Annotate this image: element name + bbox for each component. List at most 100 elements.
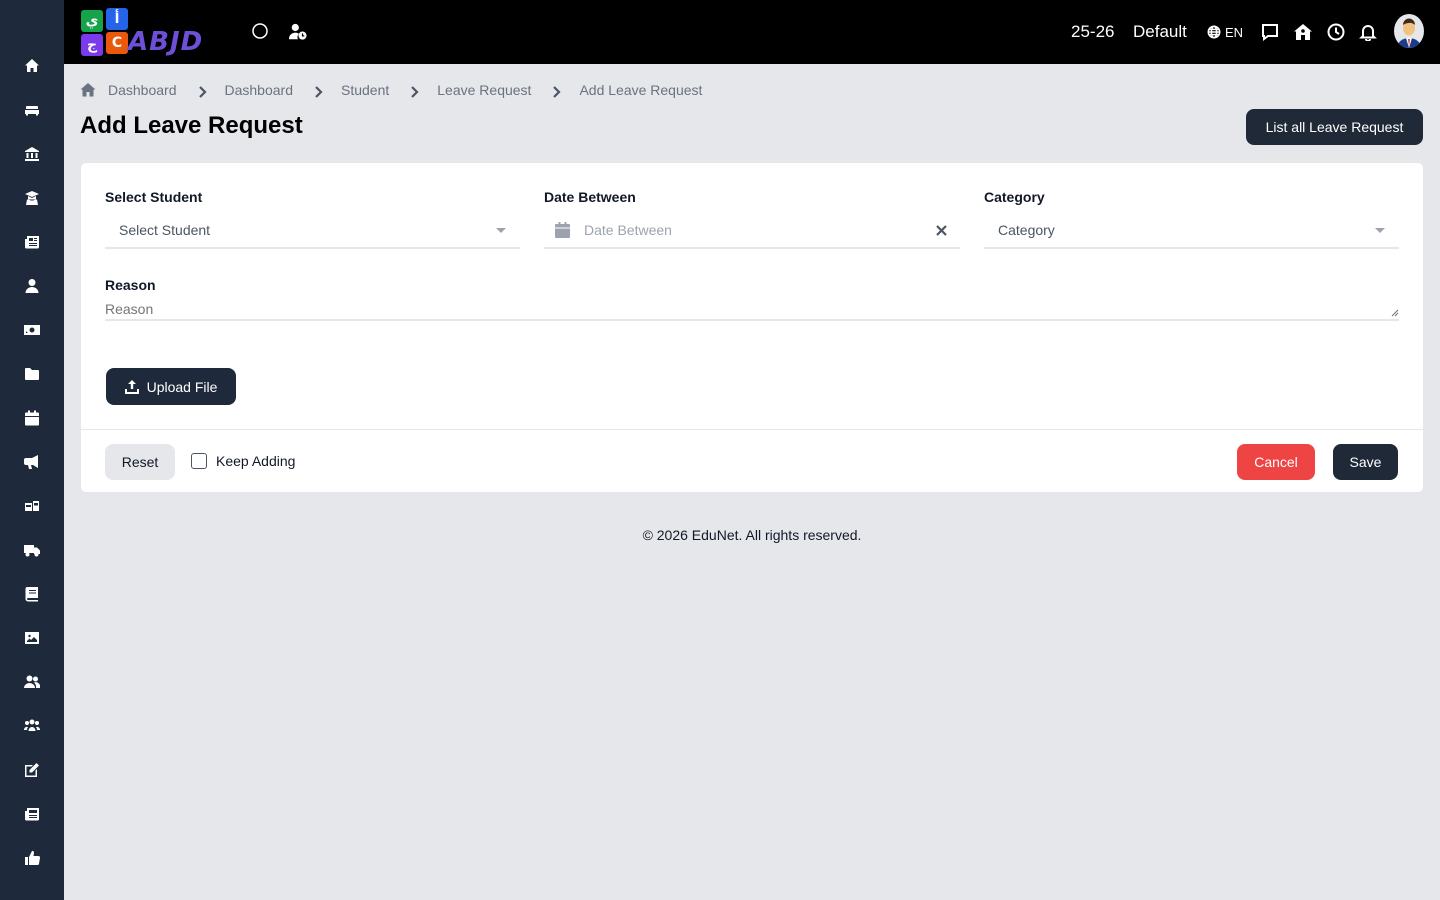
sidebar-item-sofa[interactable] [0,90,64,130]
select-student-value: Select Student [119,222,211,238]
category-label: Category [984,189,1045,205]
breadcrumb-dashboard[interactable]: Dashboard [108,82,177,98]
language-code: EN [1225,24,1244,40]
category-value: Category [998,222,1055,238]
logo-tile-blue: أ [106,8,128,30]
date-between-label: Date Between [544,189,636,205]
upload-icon [124,379,139,394]
group-icon [24,719,40,731]
status-circle-button[interactable] [248,20,272,44]
sidebar-item-megaphone[interactable] [0,442,64,482]
category-dropdown[interactable]: Category [984,213,1399,249]
caret-down-icon [1375,228,1385,233]
reason-label: Reason [105,277,156,293]
sidebar-item-graduate[interactable] [0,178,64,218]
sidebar-item-school-bus[interactable] [0,486,64,526]
sidebar-item-newspaper[interactable] [0,222,64,262]
reason-textarea[interactable] [105,301,1399,321]
reset-button[interactable]: Reset [105,444,175,480]
breadcrumb-student[interactable]: Student [341,82,389,98]
page-title: Add Leave Request [80,112,303,139]
sidebar-item-money[interactable] [0,310,64,350]
upload-file-button[interactable]: Upload File [106,368,236,405]
logo-tile-green: ي [81,10,103,32]
keep-adding-toggle[interactable]: Keep Adding [191,453,295,469]
avatar-image-icon [1394,14,1424,48]
breadcrumb: Dashboard Dashboard Student Leave Reques… [80,80,702,100]
school-bus-icon [25,501,39,511]
circle-icon [252,23,268,39]
breadcrumb-dashboard-2[interactable]: Dashboard [225,82,294,98]
sidebar-item-image[interactable] [0,618,64,658]
folder-icon [25,368,39,380]
logo-wordmark: ABJD [128,27,204,57]
chevron-right-icon [198,85,208,98]
session-year[interactable]: 25-26 [1071,20,1114,44]
sidebar-item-group[interactable] [0,706,64,746]
chevron-right-icon [410,85,420,98]
save-button[interactable]: Save [1333,444,1398,480]
select-student-dropdown[interactable]: Select Student [105,213,520,249]
upload-file-label: Upload File [146,378,218,395]
chevron-right-icon [314,85,324,98]
cancel-button[interactable]: Cancel [1237,444,1315,480]
topbar: ي أ ج C ABJD 25-26 Default EN [64,0,1440,64]
school-home-button[interactable] [1291,20,1315,44]
user-clock-button[interactable] [286,20,310,44]
sidebar-item-user[interactable] [0,266,64,306]
calendar-icon [25,410,39,426]
sidebar-item-folder[interactable] [0,354,64,394]
sidebar-item-home[interactable] [0,46,64,86]
home-icon [25,59,39,72]
institution-icon [25,147,39,161]
thumbs-up-icon [25,850,40,866]
newspaper-icon [25,236,39,249]
app-logo[interactable]: ي أ ج C ABJD [80,8,226,56]
clear-date-icon[interactable] [935,224,948,237]
date-between-input[interactable]: Date Between [544,213,960,249]
money-icon [24,325,40,335]
date-between-placeholder: Date Between [584,222,672,238]
globe-icon [1207,25,1221,39]
breadcrumb-home-icon[interactable] [80,82,96,98]
caret-down-icon [496,228,506,233]
logo-tile-purple: ج [81,34,103,56]
sidebar-item-edit[interactable] [0,750,64,790]
message-icon [1262,24,1278,41]
profile-default[interactable]: Default [1133,20,1187,44]
sidebar-item-news[interactable] [0,794,64,834]
history-button[interactable] [1324,20,1348,44]
chevron-right-icon [552,85,562,98]
language-selector[interactable]: EN [1207,20,1243,44]
sidebar-item-thumbs-up[interactable] [0,838,64,878]
list-all-leave-request-button[interactable]: List all Leave Request [1246,109,1423,145]
keep-adding-checkbox[interactable] [191,453,207,469]
sidebar-item-users[interactable] [0,662,64,702]
sidebar-item-truck[interactable] [0,530,64,570]
select-student-label: Select Student [105,189,203,205]
user-clock-icon [289,23,307,40]
sidebar-item-institution[interactable] [0,134,64,174]
megaphone-icon [24,455,38,469]
truck-icon [24,545,40,557]
school-home-icon [1294,24,1312,40]
resize-grip-icon[interactable] [1391,309,1399,317]
breadcrumb-leave-request[interactable]: Leave Request [437,82,531,98]
sidebar-item-book[interactable] [0,574,64,614]
keep-adding-label: Keep Adding [216,453,296,469]
sidebar-item-calendar[interactable] [0,398,64,438]
leave-request-form: Select Student Select Student Date Betwe… [80,162,1424,493]
users-icon [24,675,40,688]
user-icon [25,279,39,293]
book-icon [25,587,38,602]
sofa-icon [25,106,39,116]
user-avatar[interactable] [1394,14,1424,48]
sidebar [0,0,64,900]
graduate-icon [25,191,39,205]
messages-button[interactable] [1258,20,1282,44]
clock-icon [1327,23,1345,41]
footer-copyright: © 2026 EduNet. All rights reserved. [642,527,862,543]
calendar-icon [555,222,571,238]
notifications-button[interactable] [1356,20,1380,44]
bell-icon [1359,25,1377,41]
